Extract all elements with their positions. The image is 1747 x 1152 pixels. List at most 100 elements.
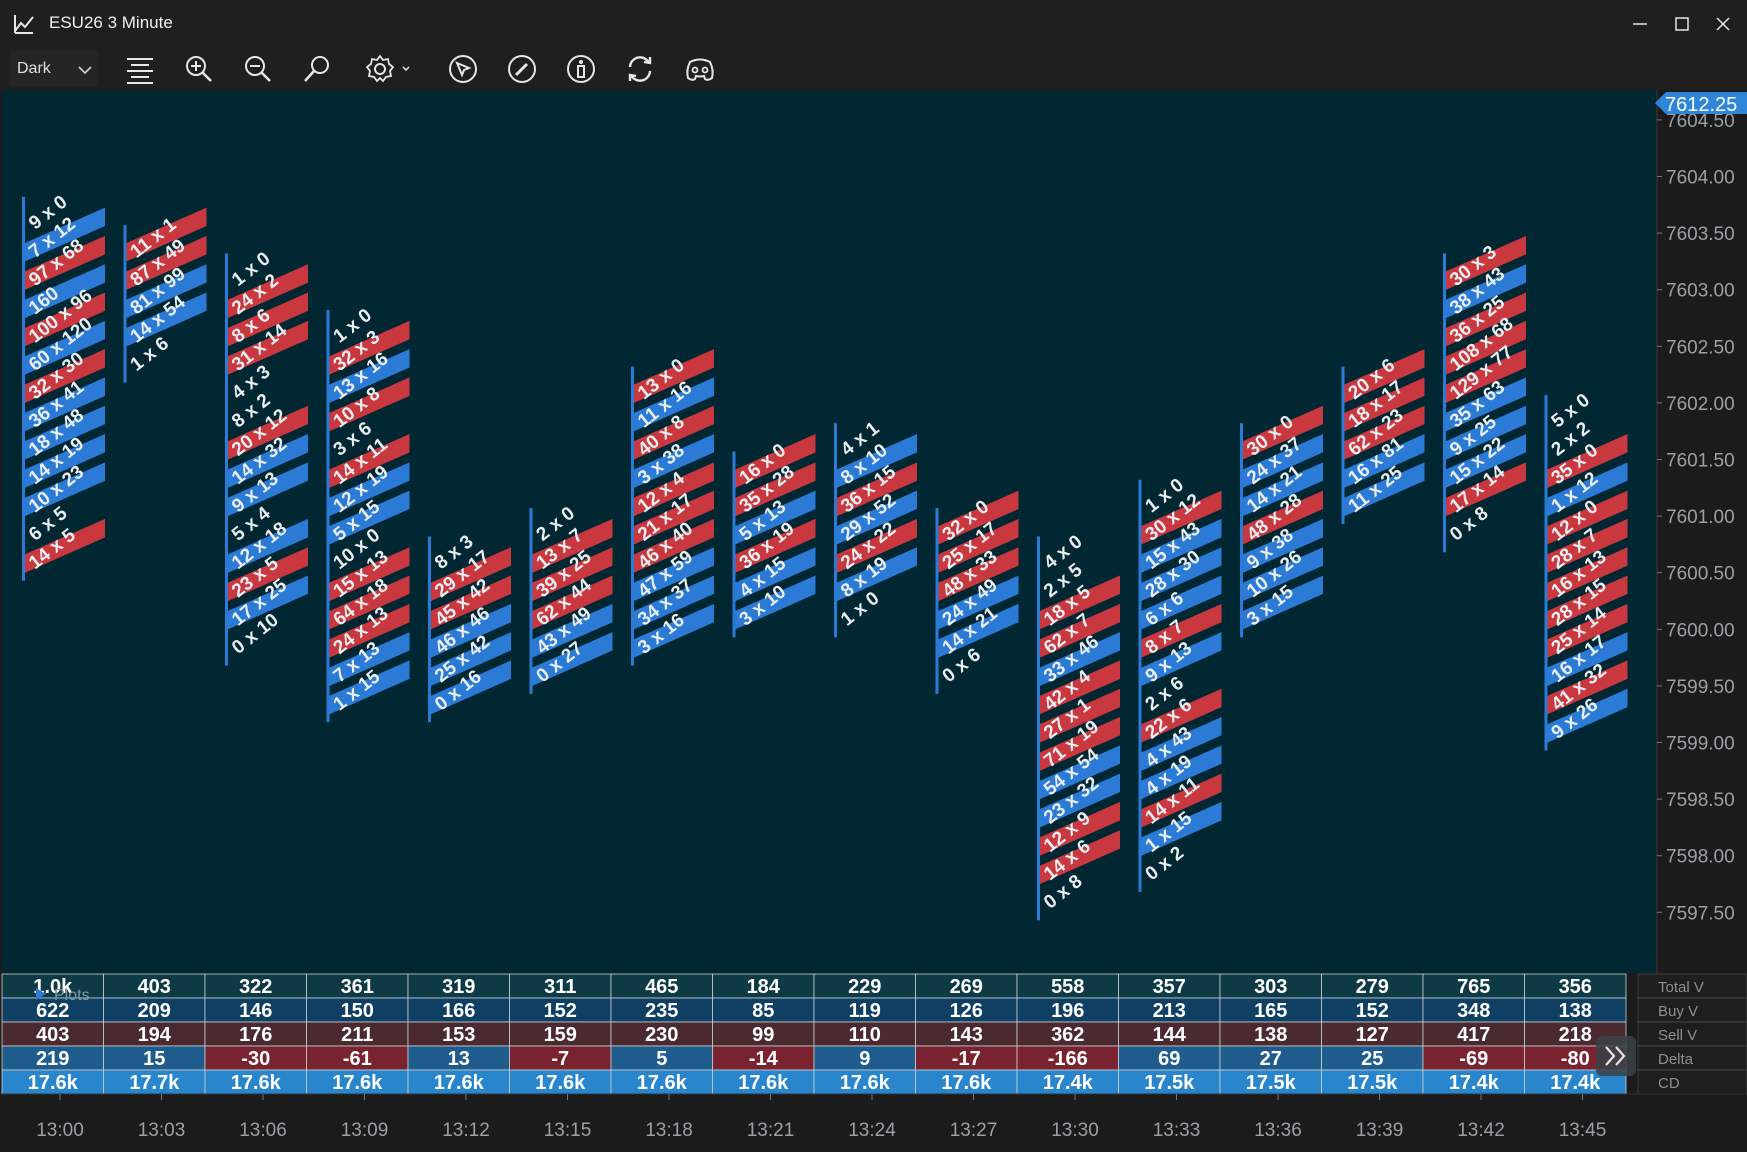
menu-button[interactable] [120, 50, 160, 88]
stats-cell: 403 [1, 1021, 104, 1047]
stats-cell-value: 17.6k [231, 1072, 282, 1094]
stats-cell-value: -17 [952, 1048, 981, 1070]
stats-cell: 153 [407, 1021, 510, 1047]
bar-wick [22, 196, 25, 581]
stats-cell: 213 [1118, 997, 1221, 1023]
search-button[interactable] [297, 50, 337, 88]
stats-cell: 17.4k [1016, 1069, 1119, 1095]
discord-button[interactable] [679, 50, 719, 88]
footprint-bar[interactable]: 13 x 011 x 1640 x 83 x 3812 x 421 x 1746… [631, 349, 714, 666]
stats-cell: 558 [1016, 973, 1119, 999]
stats-cell-value: 127 [1356, 1024, 1389, 1046]
theme-dropdown[interactable]: Dark [10, 51, 98, 87]
time-axis-label: 13:00 [36, 1120, 84, 1141]
stats-cell-value: 159 [544, 1024, 577, 1046]
minimize-button[interactable] [1622, 8, 1658, 40]
stats-cell: 5 [610, 1045, 713, 1071]
price-axis-label: 7601.00 [1666, 507, 1735, 528]
stats-cell-value: 17.6k [738, 1072, 789, 1094]
stats-cell-value: 27 [1260, 1048, 1282, 1070]
price-axis-label: 7600.00 [1666, 620, 1735, 641]
footprint-chart[interactable]: 7604.507604.007603.507603.007602.507602.… [0, 90, 1747, 1152]
price-axis-label: 7598.00 [1666, 847, 1735, 868]
stats-cell: 17.6k [915, 1069, 1018, 1095]
bar-wick [935, 508, 939, 694]
stats-cell-value: 230 [645, 1024, 678, 1046]
close-button[interactable] [1705, 8, 1741, 40]
stats-cell: 166 [407, 997, 510, 1023]
refresh-icon [628, 56, 652, 82]
stats-cell: 17.5k [1321, 1069, 1424, 1095]
stats-cell: 361 [306, 973, 409, 999]
stats-cell: 311 [509, 973, 612, 999]
draw-button[interactable] [502, 50, 542, 88]
chart-frame: 7604.50 7604.00 7603.50 7603.00 7602.50 7602.… [0, 90, 1747, 1152]
bar-wick [1037, 536, 1040, 921]
stats-cell-value: 17.4k [1550, 1072, 1601, 1094]
stats-cell: 143 [915, 1021, 1018, 1047]
stats-cell: 17.6k [306, 1069, 409, 1095]
stats-cell: 144 [1118, 1021, 1221, 1047]
stats-cell-value: 17.7k [129, 1072, 180, 1094]
stats-row-label: Buy V [1658, 1003, 1698, 1020]
stats-cell-value: 17.6k [840, 1072, 891, 1094]
stats-cell: 176 [204, 1021, 307, 1047]
time-axis-label: 13:30 [1051, 1120, 1099, 1141]
stats-cell-value: 144 [1153, 1024, 1187, 1046]
row-label-bg [1637, 1069, 1747, 1095]
price-axis-label: 7597.50 [1666, 903, 1735, 924]
stats-table: 1.0k 403 322 361 319 311 465 184 229 269 558 357 303… [1, 973, 1747, 1095]
stats-row-label: Delta [1658, 1051, 1694, 1068]
stats-cell: 319 [407, 973, 510, 999]
stats-cell: 138 [1219, 1021, 1322, 1047]
time-axis-label: 13:36 [1254, 1120, 1302, 1141]
stats-cell: 138 [1524, 997, 1627, 1023]
stats-cell: 27 [1219, 1045, 1322, 1071]
time-axis-label: 13:21 [747, 1120, 795, 1141]
stats-cell-value: -80 [1561, 1048, 1590, 1070]
settings-button[interactable] [360, 50, 418, 88]
zoom-out-button[interactable] [238, 50, 278, 88]
stats-cell-value: 17.6k [434, 1072, 485, 1094]
bar-wick [1443, 253, 1446, 553]
bar-wick [428, 536, 431, 723]
stats-cell-value: 17.6k [941, 1072, 992, 1094]
close-icon [1716, 17, 1730, 31]
info-icon [567, 55, 595, 83]
stats-cell: 152 [1321, 997, 1424, 1023]
stats-cell-value: 165 [1254, 1000, 1287, 1022]
stats-cell-value: 184 [747, 976, 781, 998]
stats-cell: 127 [1321, 1021, 1424, 1047]
stats-cell: 146 [204, 997, 307, 1023]
zoom-in-button[interactable] [179, 50, 219, 88]
stats-cell-value: 362 [1051, 1024, 1084, 1046]
stats-cell-value: 348 [1457, 1000, 1490, 1022]
time-axis-label: 13:45 [1559, 1120, 1607, 1141]
scroll-right-button[interactable] [1596, 1036, 1636, 1076]
maximize-button[interactable] [1664, 8, 1700, 40]
cursor-button[interactable] [443, 50, 483, 88]
stats-cell: 9 [813, 1045, 916, 1071]
time-axis-label: 13:39 [1356, 1120, 1404, 1141]
stats-cell-value: -30 [241, 1048, 270, 1070]
refresh-button[interactable] [620, 50, 660, 88]
info-button[interactable] [561, 50, 601, 88]
bar-wick [1240, 423, 1243, 638]
stats-cell: 17.7k [103, 1069, 206, 1095]
bar-wick [631, 366, 634, 666]
bar-wick [326, 310, 330, 723]
stats-cell: 194 [103, 1021, 206, 1047]
stats-cell-value: 17.6k [637, 1072, 688, 1094]
stats-cell-value: 17.6k [28, 1072, 79, 1094]
stats-cell: 403 [103, 973, 206, 999]
time-axis-label: 13:12 [442, 1120, 490, 1141]
discord-icon [686, 58, 714, 81]
stats-cell: 211 [306, 1021, 409, 1047]
price-axis-label: 7599.00 [1666, 734, 1735, 755]
time-axis-label: 13:18 [645, 1120, 693, 1141]
stats-cell-value: 17.5k [1347, 1072, 1398, 1094]
stats-cell: 765 [1422, 973, 1525, 999]
stats-cell-value: 138 [1559, 1000, 1592, 1022]
theme-dropdown-value: Dark [17, 60, 51, 77]
draw-icon [508, 55, 536, 83]
